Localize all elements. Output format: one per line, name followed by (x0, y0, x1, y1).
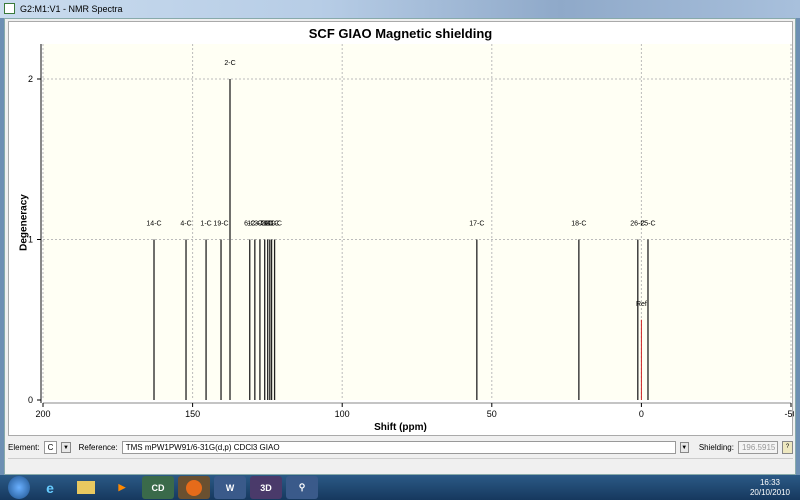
chem3d-icon[interactable]: 3D (250, 476, 282, 499)
reference-select[interactable]: TMS mPW1PW91/6-31G(d,p) CDCl3 GIAO (121, 441, 676, 454)
y-tick-label: 1 (28, 235, 33, 245)
y-tick-label: 0 (28, 395, 33, 405)
element-label: Element: (8, 443, 40, 452)
nmr-spectra-window: SCF GIAO Magnetic shielding Degeneracy S… (4, 18, 796, 475)
shielding-field: 196.5915 (737, 441, 778, 454)
status-bar (8, 458, 793, 473)
y-tick-label: 2 (28, 74, 33, 84)
peak-label: 17-C (469, 221, 484, 228)
chemdraw-icon[interactable]: CD (142, 476, 174, 499)
x-tick-label: -50 (784, 409, 794, 419)
toolbar: Element: C ▼ Reference: TMS mPW1PW91/6-3… (8, 439, 793, 456)
firefox-icon[interactable] (178, 476, 210, 499)
shielding-label: Shielding: (698, 443, 734, 452)
x-tick-label: 100 (335, 409, 350, 419)
x-tick-label: 150 (185, 409, 200, 419)
internet-explorer-icon[interactable]: e (34, 476, 66, 499)
clock-date: 20/10/2010 (749, 488, 790, 497)
element-select[interactable]: C (43, 441, 58, 454)
x-tick-label: 200 (35, 409, 50, 419)
file-explorer-icon[interactable] (70, 476, 102, 499)
x-tick-label: 50 (487, 409, 497, 419)
taskbar: e ▶ CD W 3D ⚲ 16:33 20/10/2010 (0, 475, 800, 500)
help-icon[interactable]: ? (781, 441, 793, 454)
word-icon[interactable]: W (214, 476, 246, 499)
app-icon (4, 3, 15, 14)
peak-label: 4-C (180, 221, 191, 228)
peak-label: 25-C (640, 221, 655, 228)
plot-svg: 200150100500-5001214-C4-C1-C19-C2-C6-C12… (28, 44, 794, 419)
peak-label: 18-C (571, 221, 586, 228)
peak-label: 14-C (146, 221, 161, 228)
reference-dropdown-icon[interactable]: ▼ (679, 442, 689, 453)
peak-label: 2-C (224, 60, 235, 67)
peak-label: 1-C (200, 221, 211, 228)
clock-time: 16:33 (759, 478, 780, 487)
gaussview-icon[interactable]: ⚲ (286, 476, 318, 499)
media-player-icon[interactable]: ▶ (106, 476, 138, 499)
reference-label: Ref (636, 301, 647, 308)
window-title: G2:M1:V1 - NMR Spectra (20, 4, 123, 14)
element-dropdown-icon[interactable]: ▼ (61, 442, 71, 453)
reference-label: Reference: (78, 443, 118, 452)
peak-label: 19-C (213, 221, 228, 228)
start-button[interactable] (8, 476, 30, 499)
x-tick-label: 0 (639, 409, 644, 419)
title-bar: G2:M1:V1 - NMR Spectra (0, 0, 800, 18)
spectrum-chart[interactable]: SCF GIAO Magnetic shielding Degeneracy S… (8, 21, 794, 436)
peak-label: 11-C (267, 221, 282, 228)
clock[interactable]: 16:33 20/10/2010 (750, 478, 790, 498)
